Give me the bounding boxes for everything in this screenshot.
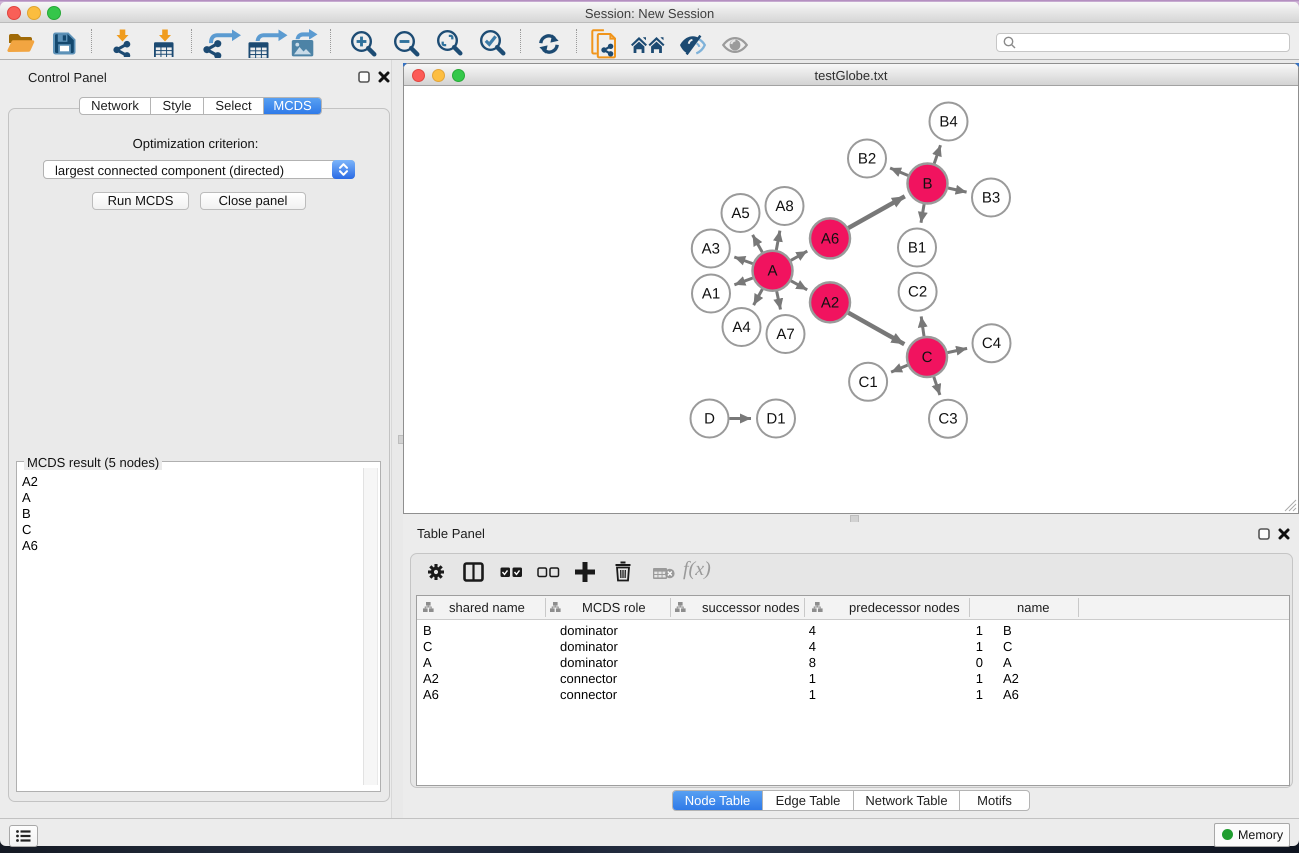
svg-text:C3: C3 — [938, 411, 957, 428]
svg-text:B2: B2 — [858, 151, 876, 168]
svg-text:A1: A1 — [702, 286, 720, 303]
svg-text:B1: B1 — [908, 240, 926, 257]
svg-text:D1: D1 — [766, 411, 785, 428]
svg-text:B: B — [922, 176, 932, 193]
svg-text:A: A — [767, 263, 777, 280]
svg-text:A4: A4 — [732, 319, 750, 336]
svg-text:C1: C1 — [859, 374, 878, 391]
svg-text:A6: A6 — [821, 230, 839, 247]
svg-text:A7: A7 — [776, 326, 794, 343]
svg-text:A5: A5 — [731, 205, 749, 222]
svg-text:A8: A8 — [775, 198, 793, 215]
svg-text:C2: C2 — [908, 284, 927, 301]
svg-text:D: D — [704, 411, 715, 428]
svg-text:B3: B3 — [982, 190, 1000, 207]
svg-text:C: C — [922, 349, 933, 366]
svg-text:B4: B4 — [939, 114, 957, 131]
svg-text:C4: C4 — [982, 335, 1001, 352]
svg-text:A2: A2 — [821, 294, 839, 311]
svg-text:A3: A3 — [702, 241, 720, 258]
